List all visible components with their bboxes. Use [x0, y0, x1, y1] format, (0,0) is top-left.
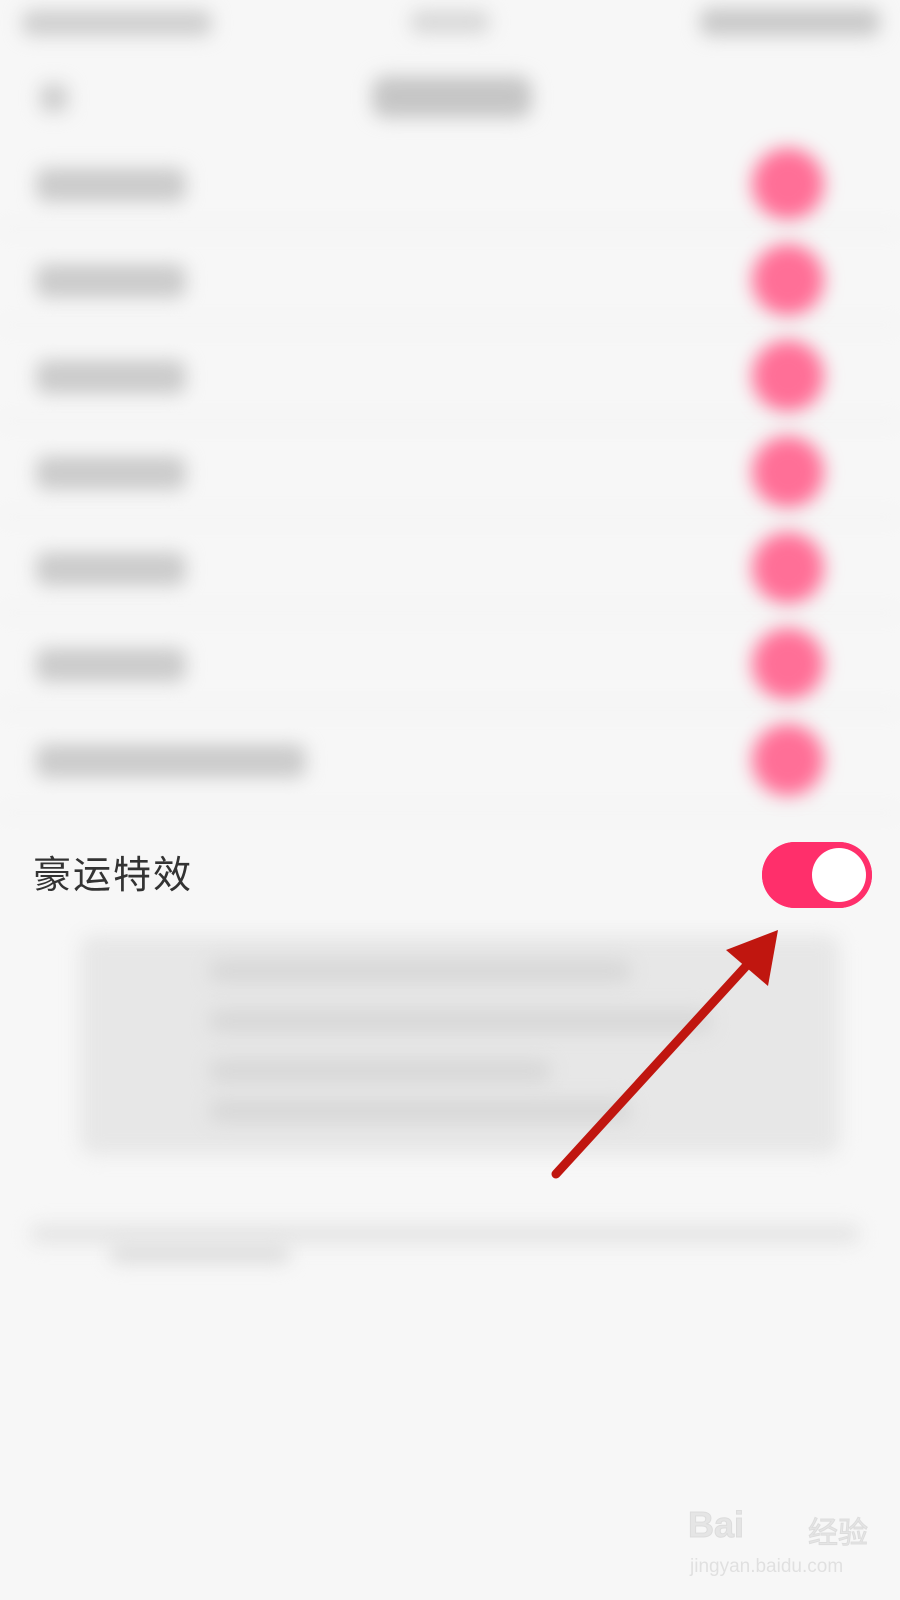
blurred-toggle[interactable] [752, 628, 824, 700]
baidu-jingyan-watermark: Bai 经验 jingyan.baidu.com [687, 1500, 878, 1590]
row-divider [0, 420, 900, 422]
blurred-setting-label [36, 648, 186, 682]
setting-row-luck-effect: 豪运特效 [0, 830, 900, 920]
blurred-toggle[interactable] [752, 148, 824, 220]
row-divider [0, 228, 900, 230]
blurred-text-line [210, 1010, 710, 1032]
watermark-logo-text: Bai [687, 1504, 745, 1546]
blurred-footer-text [30, 1225, 860, 1243]
annotation-arrow-icon [551, 930, 778, 1179]
blurred-setting-label [36, 456, 186, 490]
blurred-setting-label [36, 168, 186, 202]
blurred-setting-label [36, 744, 306, 778]
blurred-toggle[interactable] [752, 340, 824, 412]
blurred-setting-label [36, 552, 186, 586]
luck-effect-toggle[interactable] [762, 842, 872, 908]
blurred-toggle[interactable] [752, 724, 824, 796]
back-icon[interactable] [40, 84, 68, 112]
row-divider [0, 516, 900, 518]
blurred-text-line [210, 960, 630, 982]
row-divider [0, 324, 900, 326]
blurred-toggle[interactable] [752, 532, 824, 604]
watermark-logo-text-tail: 经验 [808, 1516, 869, 1552]
setting-label: 豪运特效 [33, 853, 194, 897]
blurred-text-line [210, 1060, 550, 1082]
blurred-toggle[interactable] [752, 436, 824, 508]
row-divider [0, 708, 900, 710]
blurred-setting-label [36, 264, 186, 298]
page-title-blurred [372, 76, 532, 118]
row-divider [0, 812, 900, 814]
settings-screen: 豪运特效 Bai 经验 jingyan.baidu.com [0, 0, 900, 1600]
blurred-text-line [210, 1100, 630, 1122]
watermark-url: jingyan.baidu.com [690, 1556, 844, 1577]
status-bar-left-blurred [22, 10, 212, 36]
status-bar-right-blurred [700, 8, 880, 36]
toggle-knob [812, 848, 866, 902]
blurred-footer-text [110, 1245, 290, 1263]
blurred-toggle[interactable] [752, 244, 824, 316]
row-divider [0, 612, 900, 614]
status-bar-center-blurred [410, 10, 490, 34]
blurred-setting-label [36, 360, 186, 394]
